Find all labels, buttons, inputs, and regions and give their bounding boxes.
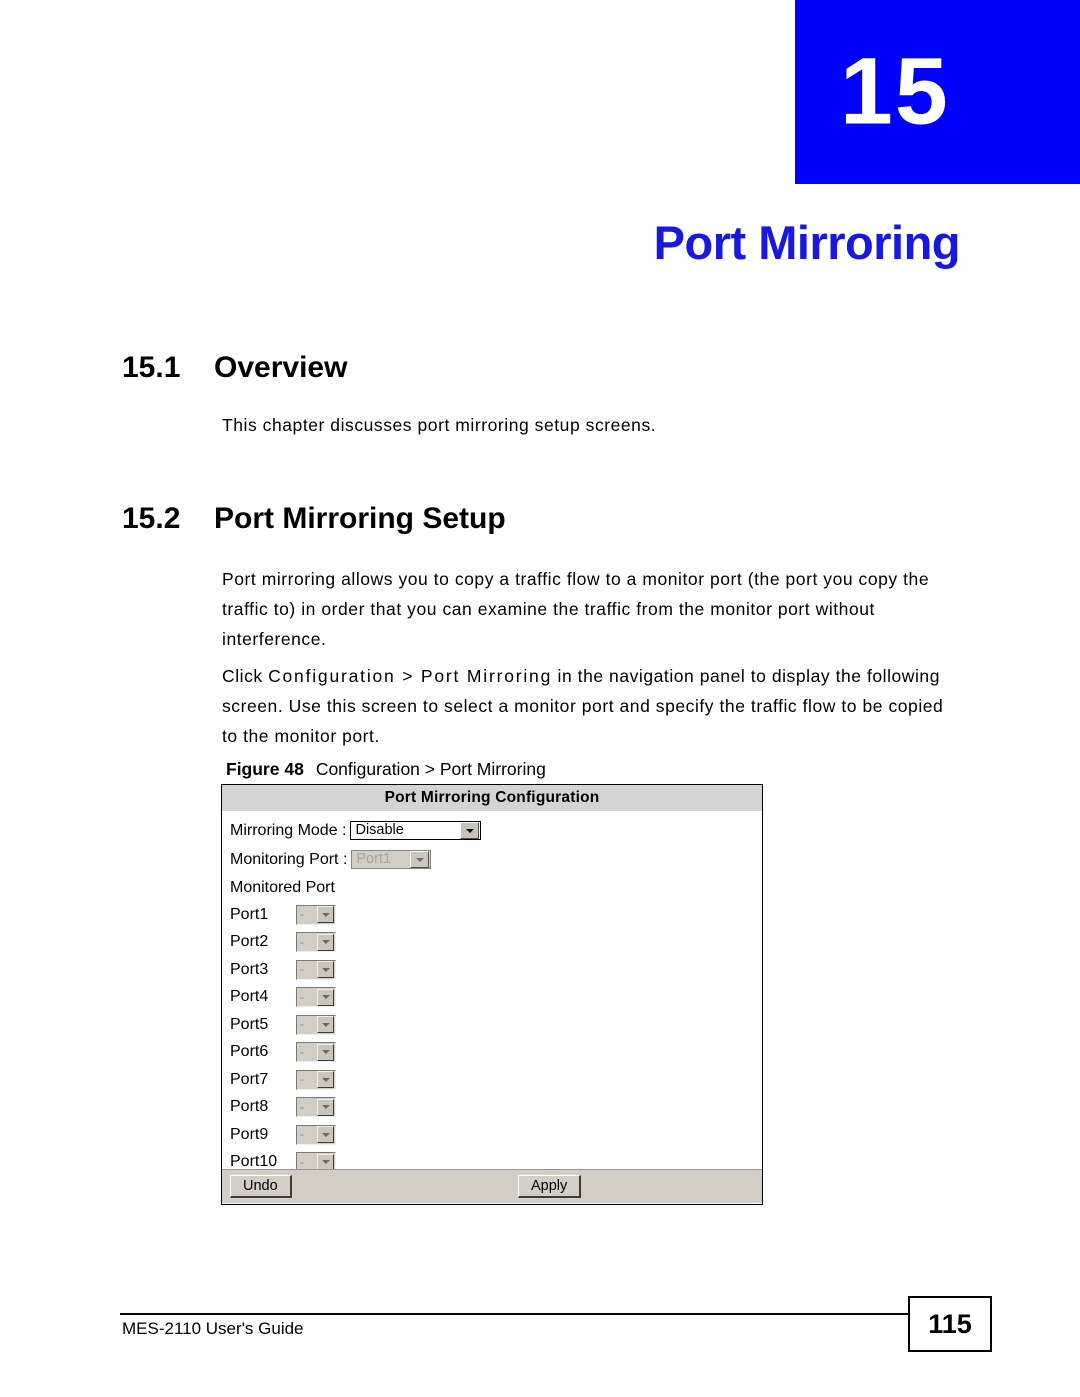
list-item: Port9 - — [230, 1121, 762, 1149]
monitored-port-value: - — [300, 1072, 304, 1087]
section-title-overview: Overview — [214, 351, 348, 384]
port-name-label: Port1 — [230, 905, 269, 923]
section-number-overview: 15.1 — [122, 351, 181, 384]
monitored-port-select: - — [296, 987, 336, 1008]
chevron-down-icon — [317, 988, 334, 1006]
section-heading-port-mirroring-setup: 15.2 Port Mirroring Setup — [122, 502, 506, 536]
monitored-port-value: - — [300, 1127, 304, 1142]
monitored-port-list: Port1 - Port2 - Port3 - Port4 - Port5 - … — [230, 901, 762, 1176]
screen-body: Mirroring Mode : Disable Monitoring Port… — [222, 812, 762, 1173]
port-name-label: Port3 — [230, 960, 269, 978]
chevron-down-icon — [317, 961, 334, 979]
figure-label: Figure 48 — [226, 759, 304, 779]
click-prefix-text: Click — [222, 666, 269, 686]
mirroring-mode-value: Disable — [355, 822, 404, 838]
monitored-port-select: - — [296, 932, 336, 953]
chapter-title: Port Mirroring — [653, 216, 961, 269]
port-mirroring-intro-paragraph: Port mirroring allows you to copy a traf… — [222, 569, 930, 649]
monitored-port-select: - — [296, 1042, 336, 1063]
monitored-port-select: - — [296, 1069, 336, 1090]
chevron-down-icon[interactable] — [460, 822, 480, 839]
monitoring-port-select: Port1 — [351, 850, 432, 869]
port-name-label: Port2 — [230, 933, 269, 951]
mirroring-mode-row: Mirroring Mode : Disable — [230, 816, 762, 845]
figure-caption-text: Configuration > Port Mirroring — [315, 759, 546, 779]
monitoring-port-label: Monitoring Port : — [230, 850, 348, 868]
chevron-down-icon — [317, 1126, 334, 1144]
navigation-instruction-paragraph: Click Configuration > Port Mirroring in … — [222, 661, 962, 751]
list-item: Port7 - — [230, 1066, 762, 1094]
screen-header-title: Port Mirroring Configuration — [222, 785, 762, 812]
overview-paragraph: This chapter discusses port mirroring se… — [222, 415, 657, 435]
section-heading-overview: 15.1 Overview — [122, 351, 347, 385]
list-item: Port5 - — [230, 1011, 762, 1039]
chevron-down-icon — [410, 851, 430, 868]
monitored-port-value: - — [300, 1099, 304, 1114]
figure-caption: Figure 48 Configuration > Port Mirroring — [226, 759, 546, 780]
list-item: Port8 - — [230, 1094, 762, 1122]
monitoring-port-row: Monitoring Port : Port1 — [230, 845, 762, 874]
section-number-setup: 15.2 — [122, 502, 181, 535]
section-title-setup: Port Mirroring Setup — [214, 502, 506, 535]
monitored-port-value: - — [300, 907, 304, 922]
monitored-port-select: - — [296, 1124, 336, 1145]
monitored-port-label: Monitored Port — [230, 878, 335, 896]
port-name-label: Port4 — [230, 988, 269, 1006]
chevron-down-icon — [317, 1043, 334, 1061]
screen-button-bar: Undo Apply — [222, 1169, 762, 1203]
chevron-down-icon — [317, 1071, 334, 1089]
port-name-label: Port9 — [230, 1125, 269, 1143]
mirroring-mode-select[interactable]: Disable — [350, 821, 482, 840]
monitored-port-value: - — [300, 1017, 304, 1032]
port-name-label: Port6 — [230, 1043, 269, 1061]
port-name-label: Port5 — [230, 1015, 269, 1033]
monitored-port-select: - — [296, 904, 336, 925]
chapter-number: 15 — [840, 38, 950, 145]
list-item: Port1 - — [230, 901, 762, 929]
chapter-number-block: 15 — [795, 0, 1080, 184]
navigation-path-text: Configuration > Port Mirroring — [268, 666, 553, 686]
undo-button[interactable]: Undo — [230, 1175, 292, 1198]
list-item: Port6 - — [230, 1039, 762, 1067]
monitored-port-value: - — [300, 934, 304, 949]
chevron-down-icon — [317, 906, 334, 924]
monitored-port-value: - — [300, 1044, 304, 1059]
mirroring-mode-label: Mirroring Mode : — [230, 821, 347, 839]
footer-guide-text: MES-2110 User's Guide — [122, 1319, 304, 1338]
port-mirroring-configuration-screenshot: Port Mirroring Configuration Mirroring M… — [221, 784, 763, 1205]
chevron-down-icon — [317, 1016, 334, 1034]
monitored-port-select: - — [296, 959, 336, 980]
port-name-label: Port8 — [230, 1098, 269, 1116]
monitored-port-value: - — [300, 962, 304, 977]
monitoring-port-value: Port1 — [356, 851, 392, 867]
port-name-label: Port7 — [230, 1070, 269, 1088]
footer-divider — [120, 1313, 920, 1315]
list-item: Port3 - — [230, 956, 762, 984]
monitored-port-value: - — [300, 989, 304, 1004]
list-item: Port4 - — [230, 984, 762, 1012]
apply-button[interactable]: Apply — [518, 1175, 582, 1198]
page-number-box: 115 — [908, 1296, 992, 1352]
monitored-port-select: - — [296, 1097, 336, 1118]
monitored-port-select: - — [296, 1014, 336, 1035]
chevron-down-icon — [317, 933, 334, 951]
chevron-down-icon — [317, 1098, 334, 1116]
list-item: Port2 - — [230, 929, 762, 957]
